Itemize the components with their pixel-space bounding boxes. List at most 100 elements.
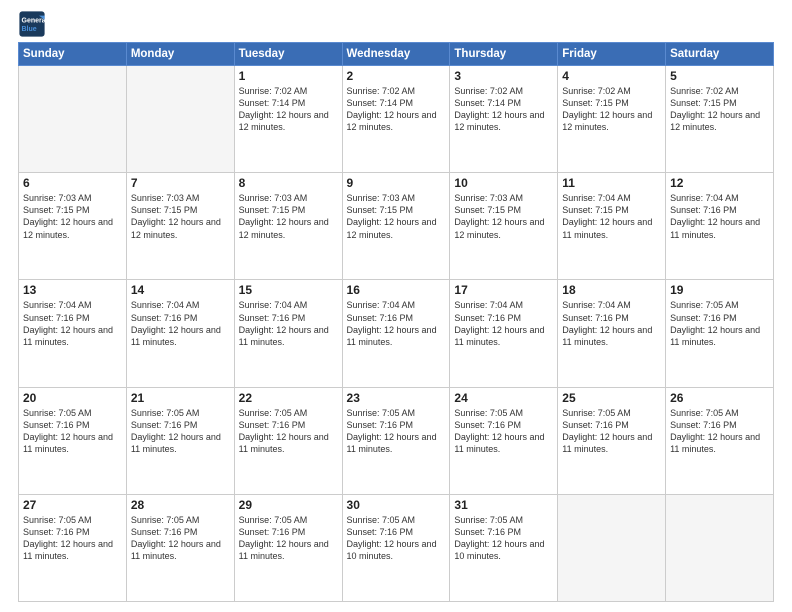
calendar-cell: 11 Sunrise: 7:04 AM Sunset: 7:15 PM Dayli…	[558, 173, 666, 280]
day-number: 13	[23, 283, 122, 297]
day-number: 25	[562, 391, 661, 405]
day-number: 11	[562, 176, 661, 190]
day-number: 7	[131, 176, 230, 190]
day-number: 9	[347, 176, 446, 190]
calendar-cell: 13 Sunrise: 7:04 AM Sunset: 7:16 PM Dayli…	[19, 280, 127, 387]
day-info: Sunrise: 7:05 AM Sunset: 7:16 PM Dayligh…	[347, 514, 446, 563]
calendar-cell: 20 Sunrise: 7:05 AM Sunset: 7:16 PM Dayli…	[19, 387, 127, 494]
calendar-cell: 14 Sunrise: 7:04 AM Sunset: 7:16 PM Dayli…	[126, 280, 234, 387]
calendar-col-header-saturday: Saturday	[666, 43, 774, 66]
calendar-week-row: 13 Sunrise: 7:04 AM Sunset: 7:16 PM Dayli…	[19, 280, 774, 387]
calendar-cell: 26Sunrise: 7:05 AM Sunset: 7:16 PM Dayli…	[666, 387, 774, 494]
day-number: 6	[23, 176, 122, 190]
day-info: Sunrise: 7:04 AM Sunset: 7:15 PM Dayligh…	[562, 192, 661, 241]
day-info: Sunrise: 7:03 AM Sunset: 7:15 PM Dayligh…	[239, 192, 338, 241]
day-number: 24	[454, 391, 553, 405]
calendar-cell: 15 Sunrise: 7:04 AM Sunset: 7:16 PM Dayli…	[234, 280, 342, 387]
day-info: Sunrise: 7:04 AM Sunset: 7:16 PM Dayligh…	[239, 299, 338, 348]
header: General Blue	[18, 10, 774, 38]
day-number: 31	[454, 498, 553, 512]
day-info: Sunrise: 7:05 AM Sunset: 7:16 PM Dayligh…	[239, 407, 338, 456]
day-info: Sunrise: 7:05 AM Sunset: 7:16 PM Dayligh…	[670, 299, 769, 348]
calendar-week-row: 6 Sunrise: 7:03 AM Sunset: 7:15 PM Daylig…	[19, 173, 774, 280]
day-number: 3	[454, 69, 553, 83]
calendar-cell: 16 Sunrise: 7:04 AM Sunset: 7:16 PM Dayli…	[342, 280, 450, 387]
day-number: 4	[562, 69, 661, 83]
day-number: 17	[454, 283, 553, 297]
day-info: Sunrise: 7:05 AM Sunset: 7:16 PM Dayligh…	[454, 514, 553, 563]
calendar-cell: 1 Sunrise: 7:02 AM Sunset: 7:14 PM Daylig…	[234, 66, 342, 173]
calendar-cell: 5Sunrise: 7:02 AM Sunset: 7:15 PM Daylig…	[666, 66, 774, 173]
calendar-week-row: 1 Sunrise: 7:02 AM Sunset: 7:14 PM Daylig…	[19, 66, 774, 173]
calendar-cell: 2 Sunrise: 7:02 AM Sunset: 7:14 PM Daylig…	[342, 66, 450, 173]
day-info: Sunrise: 7:04 AM Sunset: 7:16 PM Dayligh…	[131, 299, 230, 348]
calendar-cell: 31 Sunrise: 7:05 AM Sunset: 7:16 PM Dayli…	[450, 494, 558, 601]
calendar-cell: 6Sunrise: 7:03 AM Sunset: 7:15 PM Daylig…	[19, 173, 127, 280]
day-number: 28	[131, 498, 230, 512]
calendar-cell	[126, 66, 234, 173]
calendar-cell: 23 Sunrise: 7:05 AM Sunset: 7:16 PM Dayli…	[342, 387, 450, 494]
calendar-week-row: 20 Sunrise: 7:05 AM Sunset: 7:16 PM Dayli…	[19, 387, 774, 494]
day-info: Sunrise: 7:05 AM Sunset: 7:16 PM Dayligh…	[454, 407, 553, 456]
calendar-cell: 8 Sunrise: 7:03 AM Sunset: 7:15 PM Daylig…	[234, 173, 342, 280]
logo: General Blue	[18, 10, 50, 38]
day-number: 30	[347, 498, 446, 512]
day-number: 27	[23, 498, 122, 512]
calendar-cell: 28 Sunrise: 7:05 AM Sunset: 7:16 PM Dayli…	[126, 494, 234, 601]
day-info: Sunrise: 7:03 AM Sunset: 7:15 PM Dayligh…	[347, 192, 446, 241]
day-number: 8	[239, 176, 338, 190]
calendar-cell: 12 Sunrise: 7:04 AM Sunset: 7:16 PM Dayli…	[666, 173, 774, 280]
calendar-cell: 25 Sunrise: 7:05 AM Sunset: 7:16 PM Dayli…	[558, 387, 666, 494]
day-info: Sunrise: 7:02 AM Sunset: 7:14 PM Dayligh…	[454, 85, 553, 134]
day-info: Sunrise: 7:04 AM Sunset: 7:16 PM Dayligh…	[454, 299, 553, 348]
calendar-cell: 24 Sunrise: 7:05 AM Sunset: 7:16 PM Dayli…	[450, 387, 558, 494]
day-number: 14	[131, 283, 230, 297]
day-info: Sunrise: 7:05 AM Sunset: 7:16 PM Dayligh…	[23, 407, 122, 456]
day-number: 12	[670, 176, 769, 190]
calendar-cell: 4 Sunrise: 7:02 AM Sunset: 7:15 PM Daylig…	[558, 66, 666, 173]
calendar-col-header-friday: Friday	[558, 43, 666, 66]
calendar-cell: 21Sunrise: 7:05 AM Sunset: 7:16 PM Dayli…	[126, 387, 234, 494]
calendar-page: General Blue SundayMondayTuesdayWednesda…	[0, 0, 792, 612]
calendar-cell: 17 Sunrise: 7:04 AM Sunset: 7:16 PM Dayli…	[450, 280, 558, 387]
day-info: Sunrise: 7:03 AM Sunset: 7:15 PM Dayligh…	[454, 192, 553, 241]
calendar-week-row: 27 Sunrise: 7:05 AM Sunset: 7:16 PM Dayli…	[19, 494, 774, 601]
calendar-cell: 9 Sunrise: 7:03 AM Sunset: 7:15 PM Daylig…	[342, 173, 450, 280]
day-info: Sunrise: 7:04 AM Sunset: 7:16 PM Dayligh…	[670, 192, 769, 241]
calendar-cell: 30 Sunrise: 7:05 AM Sunset: 7:16 PM Dayli…	[342, 494, 450, 601]
calendar-cell: 19Sunrise: 7:05 AM Sunset: 7:16 PM Dayli…	[666, 280, 774, 387]
calendar-cell: 27 Sunrise: 7:05 AM Sunset: 7:16 PM Dayli…	[19, 494, 127, 601]
calendar-cell: 7Sunrise: 7:03 AM Sunset: 7:15 PM Daylig…	[126, 173, 234, 280]
day-number: 2	[347, 69, 446, 83]
calendar-cell	[19, 66, 127, 173]
day-info: Sunrise: 7:04 AM Sunset: 7:16 PM Dayligh…	[347, 299, 446, 348]
day-number: 22	[239, 391, 338, 405]
calendar-table: SundayMondayTuesdayWednesdayThursdayFrid…	[18, 42, 774, 602]
day-info: Sunrise: 7:04 AM Sunset: 7:16 PM Dayligh…	[562, 299, 661, 348]
calendar-col-header-tuesday: Tuesday	[234, 43, 342, 66]
day-number: 26	[670, 391, 769, 405]
day-info: Sunrise: 7:02 AM Sunset: 7:14 PM Dayligh…	[239, 85, 338, 134]
calendar-cell: 3 Sunrise: 7:02 AM Sunset: 7:14 PM Daylig…	[450, 66, 558, 173]
day-number: 10	[454, 176, 553, 190]
day-info: Sunrise: 7:02 AM Sunset: 7:15 PM Dayligh…	[562, 85, 661, 134]
day-info: Sunrise: 7:05 AM Sunset: 7:16 PM Dayligh…	[562, 407, 661, 456]
day-info: Sunrise: 7:05 AM Sunset: 7:16 PM Dayligh…	[347, 407, 446, 456]
svg-text:General: General	[22, 18, 47, 25]
logo-icon: General Blue	[18, 10, 46, 38]
day-info: Sunrise: 7:05 AM Sunset: 7:16 PM Dayligh…	[23, 514, 122, 563]
day-info: Sunrise: 7:04 AM Sunset: 7:16 PM Dayligh…	[23, 299, 122, 348]
day-number: 23	[347, 391, 446, 405]
day-number: 18	[562, 283, 661, 297]
day-info: Sunrise: 7:02 AM Sunset: 7:14 PM Dayligh…	[347, 85, 446, 134]
svg-text:Blue: Blue	[22, 26, 37, 33]
day-number: 20	[23, 391, 122, 405]
day-info: Sunrise: 7:02 AM Sunset: 7:15 PM Dayligh…	[670, 85, 769, 134]
day-info: Sunrise: 7:05 AM Sunset: 7:16 PM Dayligh…	[131, 514, 230, 563]
day-number: 15	[239, 283, 338, 297]
calendar-cell: 18 Sunrise: 7:04 AM Sunset: 7:16 PM Dayli…	[558, 280, 666, 387]
calendar-cell	[666, 494, 774, 601]
calendar-header-row: SundayMondayTuesdayWednesdayThursdayFrid…	[19, 43, 774, 66]
day-number: 1	[239, 69, 338, 83]
day-number: 16	[347, 283, 446, 297]
